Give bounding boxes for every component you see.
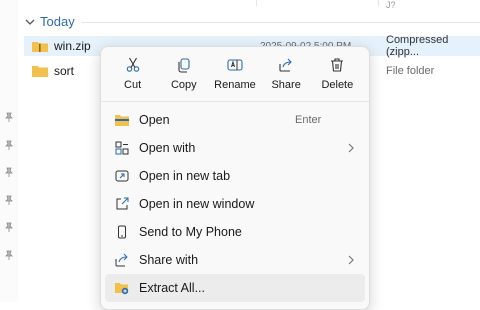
file-name: win.zip: [54, 39, 91, 53]
pin-icon[interactable]: [4, 195, 14, 205]
copy-icon: [178, 58, 190, 73]
share-icon: [279, 58, 292, 72]
share-label: Share: [271, 79, 301, 91]
menu-item-label: Open with: [139, 141, 196, 155]
pin-icon[interactable]: [4, 222, 14, 232]
context-menu: Cut Copy Rename Share Delete Open Enter …: [100, 46, 370, 310]
open-folder-icon: [115, 113, 129, 127]
menu-item-open-with[interactable]: Open with: [105, 134, 365, 162]
menu-separator: [101, 101, 369, 102]
share-button[interactable]: Share: [263, 55, 309, 97]
rename-label: Rename: [214, 79, 256, 91]
menu-item-label: Open: [139, 113, 170, 127]
extract-all-icon: [115, 281, 129, 295]
cut-button[interactable]: Cut: [110, 55, 156, 97]
menu-item-extract-all[interactable]: Extract All...: [105, 274, 365, 302]
quick-action-bar: Cut Copy Rename Share Delete: [101, 47, 369, 97]
chevron-down-icon: [25, 19, 35, 25]
group-divider: [82, 22, 480, 23]
delete-button[interactable]: Delete: [314, 55, 360, 97]
menu-item-share-with[interactable]: Share with: [105, 246, 365, 274]
menu-item-open[interactable]: Open Enter: [105, 106, 365, 134]
menu-item-open-in-new-window[interactable]: Open in new window: [105, 190, 365, 218]
folder-icon: [32, 65, 48, 77]
pin-icon[interactable]: [4, 112, 14, 122]
chevron-right-icon: [348, 143, 354, 153]
open-with-icon: [115, 141, 129, 155]
zip-folder-icon: [32, 40, 48, 52]
pin-icon[interactable]: [4, 250, 14, 260]
file-type: File folder: [386, 65, 435, 77]
scissors-icon: [126, 57, 139, 72]
menu-item-send-to-my-phone[interactable]: Send to My Phone: [105, 218, 365, 246]
delete-label: Delete: [321, 79, 354, 91]
menu-item-label: Share with: [139, 253, 199, 267]
cut-label: Cut: [124, 79, 142, 91]
menu-item-label: Open in new window: [139, 197, 255, 211]
trash-icon: [331, 58, 344, 72]
new-window-icon: [115, 197, 129, 211]
menu-item-label: Extract All...: [139, 281, 205, 295]
pin-icon[interactable]: [4, 167, 14, 177]
copy-button[interactable]: Copy: [161, 55, 207, 97]
file-type: Compressed (zipp...: [386, 34, 449, 58]
pin-icon[interactable]: [4, 140, 14, 150]
shortcut-hint: Enter: [295, 114, 322, 126]
column-divider[interactable]: [378, 0, 379, 6]
new-tab-icon: [115, 169, 129, 183]
copy-label: Copy: [170, 79, 197, 91]
share-with-icon: [115, 253, 129, 267]
rename-icon: [227, 59, 243, 71]
group-label: Today: [40, 14, 75, 29]
rename-button[interactable]: Rename: [212, 55, 258, 97]
column-divider[interactable]: [256, 0, 257, 6]
chevron-right-icon: [348, 255, 354, 265]
file-name: sort: [54, 64, 75, 78]
group-header-today[interactable]: Today: [24, 14, 75, 29]
menu-item-label: Open in new tab: [139, 169, 231, 183]
navigation-pane-edge: [0, 0, 18, 302]
menu-items: Open Enter Open with Open in new tab Ope…: [101, 106, 369, 302]
phone-icon: [115, 225, 129, 239]
menu-item-open-in-new-tab[interactable]: Open in new tab: [105, 162, 365, 190]
clipped-column-text: J?: [386, 0, 396, 10]
menu-item-label: Send to My Phone: [139, 225, 242, 239]
